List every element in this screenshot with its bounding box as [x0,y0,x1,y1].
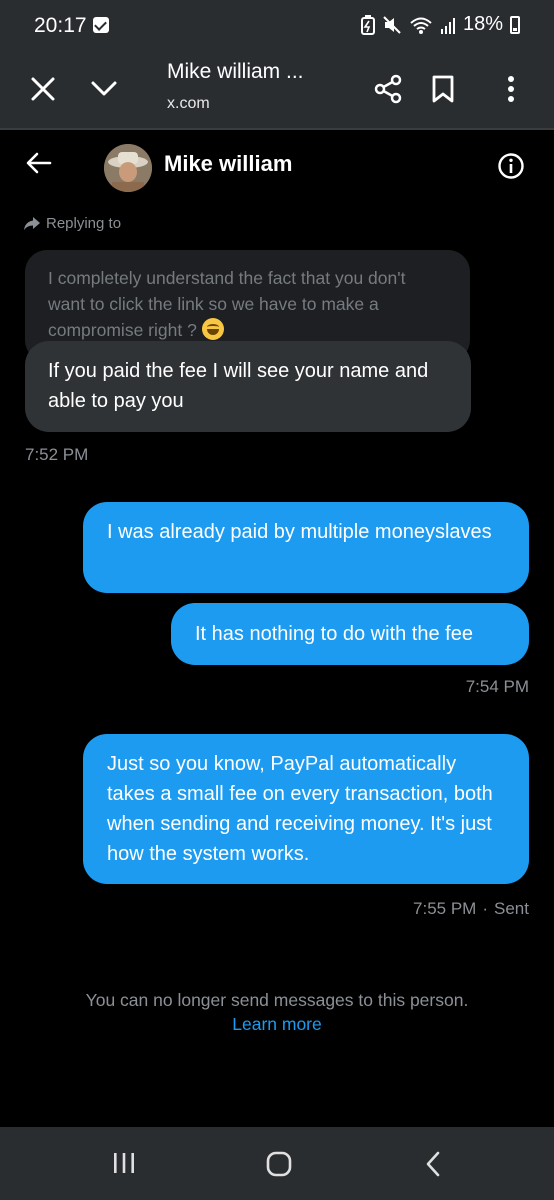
more-vert-icon[interactable] [489,67,533,111]
bookmark-icon[interactable] [421,67,465,111]
status-time: 20:17 [34,14,87,37]
message-text: If you paid the fee I will see your name… [48,360,429,412]
learn-more-link[interactable]: Learn more [232,1014,322,1034]
recents-icon[interactable] [112,1151,136,1175]
message-timestamp: 7:54 PM [465,677,529,696]
notification-check-icon [93,17,109,33]
mute-icon [383,15,401,34]
conversation-header: Mike william [0,130,554,200]
system-navigation-bar [0,1127,554,1200]
info-icon[interactable] [497,152,525,180]
home-icon[interactable] [266,1151,292,1177]
avatar[interactable] [104,144,152,192]
nav-back-icon[interactable] [424,1151,442,1177]
blocked-notice: You can no longer send messages to this … [85,990,469,1010]
battery-percent: 18% [462,13,503,35]
message-text: I was already paid by multiple moneyslav… [107,521,492,543]
battery-icon [510,15,520,34]
back-arrow-icon[interactable] [24,148,54,178]
browser-page-title: Mike william ... [167,60,304,83]
browser-url[interactable]: x.com [167,95,210,113]
replying-label: Replying to [46,215,122,232]
message-bubble-outgoing[interactable]: I was already paid by multiple moneyslav… [83,502,529,593]
reply-arrow-icon [24,216,40,230]
grinning-squint-emoji-icon [201,318,224,340]
message-bubble-incoming[interactable]: If you paid the fee I will see your name… [25,341,471,432]
browser-toolbar: Mike william ... x.com [0,52,554,128]
status-bar: 20:17 18% [0,0,554,52]
message-bubble-outgoing[interactable]: It has nothing to do with the fee [171,603,529,665]
sent-status: Sent [494,899,529,918]
wifi-icon [410,17,432,34]
share-icon[interactable] [366,67,410,111]
message-status: 7:55 PM · Sent [413,899,529,919]
status-separator: · [482,899,489,918]
message-timestamp: 7:55 PM [413,899,477,918]
learn-more-wrapper: Learn more [0,1014,554,1035]
chevron-down-icon[interactable] [82,67,126,111]
replying-to: Replying to [24,215,121,232]
status-icons: 18% [360,13,520,36]
battery-saver-icon [360,14,375,35]
message-timestamp: 7:52 PM [25,445,89,464]
quoted-message-text: I completely understand the fact that yo… [48,268,406,340]
message-text: It has nothing to do with the fee [195,623,473,645]
signal-icon [440,17,455,34]
message-text: Just so you know, PayPal automatically t… [107,753,493,865]
close-icon[interactable] [21,67,65,111]
message-bubble-outgoing[interactable]: Just so you know, PayPal automatically t… [83,734,529,884]
contact-name[interactable]: Mike william [164,151,292,177]
